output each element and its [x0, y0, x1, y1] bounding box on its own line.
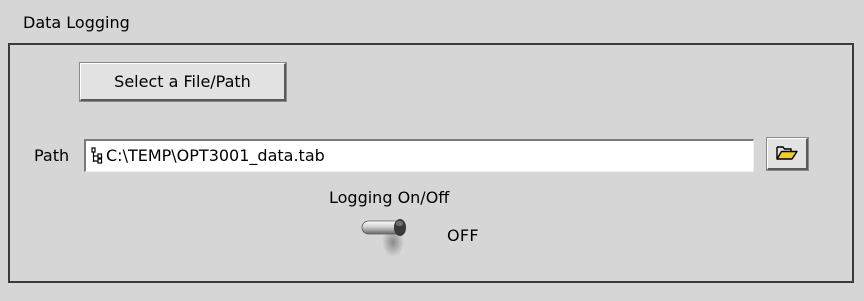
- path-field[interactable]: C:\TEMP\OPT3001_data.tab: [84, 139, 754, 172]
- logging-toggle-label: Logging On/Off: [329, 188, 450, 207]
- panel-title: Data Logging: [23, 13, 130, 32]
- logging-state-text: OFF: [447, 226, 479, 245]
- path-value[interactable]: C:\TEMP\OPT3001_data.tab: [106, 145, 325, 167]
- path-label: Path: [34, 146, 70, 165]
- toggle-switch-icon: [361, 219, 406, 257]
- select-file-path-button[interactable]: Select a File/Path: [80, 63, 286, 101]
- logging-toggle-switch[interactable]: [360, 216, 412, 260]
- folder-open-icon: [776, 146, 798, 160]
- browse-button[interactable]: [767, 138, 808, 170]
- path-icon: [91, 147, 103, 164]
